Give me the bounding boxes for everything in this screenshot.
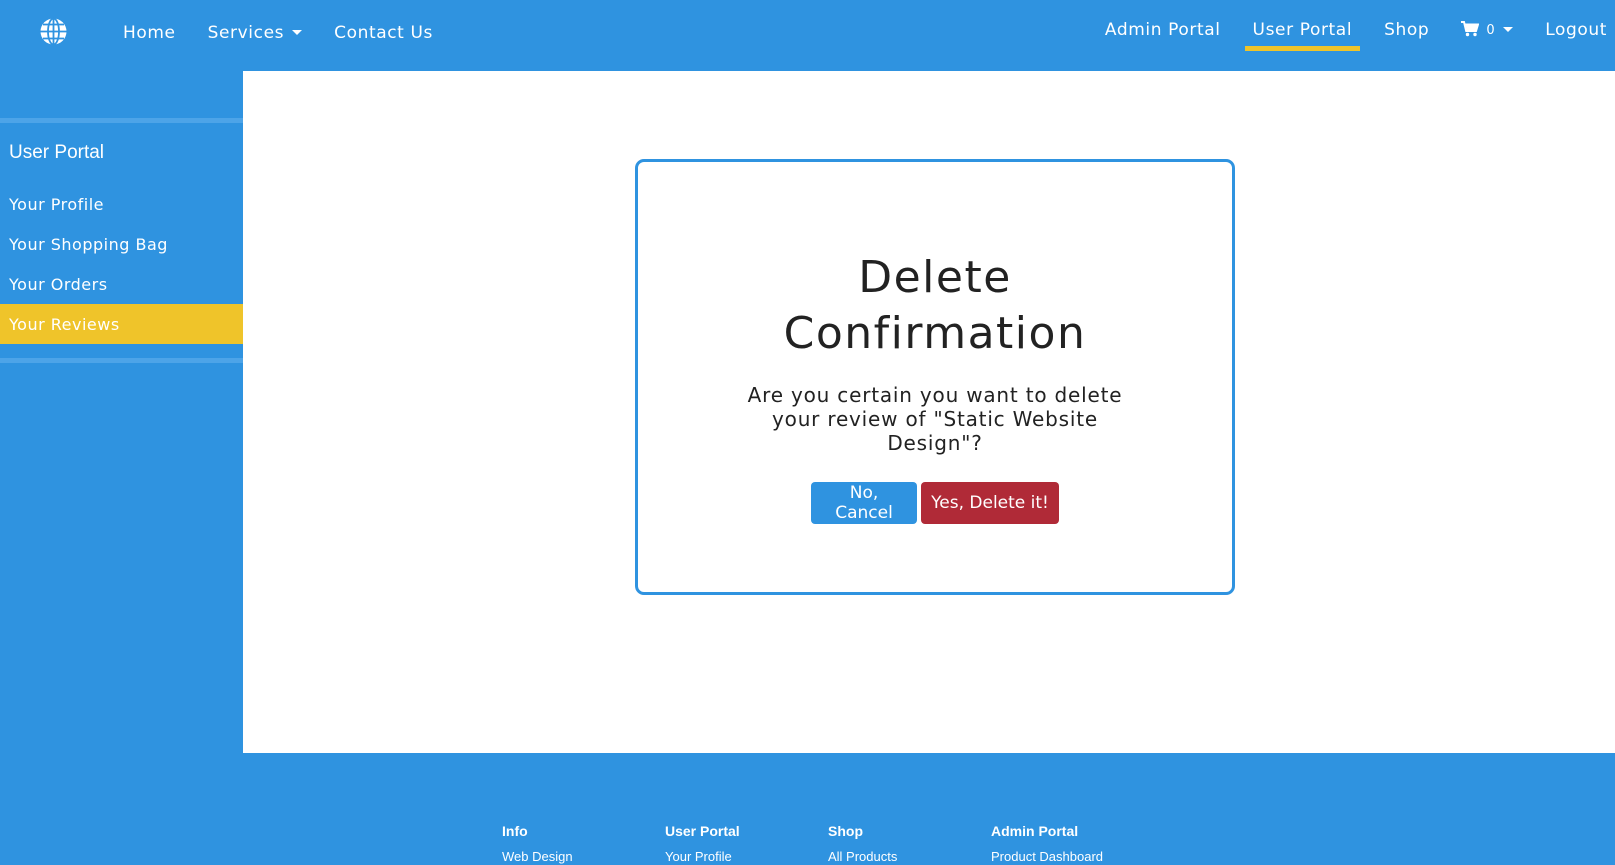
sidebar-item-label: Your Profile <box>9 194 104 214</box>
footer-column-admin-portal: Admin Portal Product Dashboard <box>991 823 1103 864</box>
nav-admin-portal-link[interactable]: Admin Portal <box>1097 20 1229 40</box>
footer: Info Web Design User Portal Your Profile… <box>243 753 1615 865</box>
globe-icon[interactable] <box>39 17 68 46</box>
nav-user-portal-link[interactable]: User Portal <box>1244 20 1361 51</box>
sidebar-item-your-profile[interactable]: Your Profile <box>0 184 243 224</box>
nav-services-dropdown[interactable]: Services <box>200 23 311 43</box>
chevron-down-icon <box>292 30 303 35</box>
cart-count: 0 <box>1486 23 1496 38</box>
footer-column-shop: Shop All Products <box>828 823 897 864</box>
footer-link-web-design[interactable]: Web Design <box>502 849 573 864</box>
footer-heading: Admin Portal <box>991 823 1079 839</box>
cancel-button[interactable]: No, Cancel <box>811 482 917 524</box>
sidebar-divider-top <box>0 118 243 123</box>
nav-logout-link[interactable]: Logout <box>1537 20 1615 40</box>
sidebar-item-your-reviews[interactable]: Your Reviews <box>0 304 243 344</box>
footer-column-user-portal: User Portal Your Profile <box>665 823 740 864</box>
footer-heading: Info <box>502 823 528 839</box>
delete-confirmation-dialog: Delete Confirmation Are you certain you … <box>635 159 1235 595</box>
confirm-delete-button[interactable]: Yes, Delete it! <box>921 482 1059 524</box>
nav-services-label: Services <box>207 23 285 43</box>
sidebar-divider-bottom <box>0 358 243 363</box>
cart-dropdown[interactable]: 0 <box>1453 20 1521 40</box>
footer-link-product-dashboard[interactable]: Product Dashboard <box>991 849 1103 864</box>
sidebar-item-label: Your Orders <box>9 274 108 294</box>
footer-heading: User Portal <box>665 823 740 839</box>
account-nav: Admin Portal User Portal Shop 0 Logout <box>1081 16 1615 51</box>
shopping-cart-icon <box>1461 21 1480 37</box>
dialog-title: Delete Confirmation <box>783 252 1087 359</box>
footer-heading: Shop <box>828 823 863 839</box>
dialog-message: Are you certain you want to delete your … <box>747 383 1123 455</box>
footer-link-your-profile[interactable]: Your Profile <box>665 849 740 864</box>
top-navbar: Home Services Contact Us Admin Portal Us… <box>0 0 1615 71</box>
footer-column-info: Info Web Design <box>502 823 573 864</box>
sidebar-item-your-orders[interactable]: Your Orders <box>0 264 243 304</box>
sidebar-title: User Portal <box>9 142 105 163</box>
sidebar-item-label: Your Shopping Bag <box>9 234 168 254</box>
chevron-down-icon <box>1503 27 1514 32</box>
footer-link-all-products[interactable]: All Products <box>828 849 897 864</box>
main-content: Delete Confirmation Are you certain you … <box>243 71 1615 753</box>
dialog-actions: No, Cancel Yes, Delete it! <box>638 482 1232 524</box>
nav-shop-link[interactable]: Shop <box>1376 20 1437 40</box>
sidebar-item-label: Your Reviews <box>9 314 120 334</box>
primary-nav: Home Services Contact Us <box>115 20 457 46</box>
sidebar: User Portal Your Profile Your Shopping B… <box>0 71 243 753</box>
sidebar-item-your-shopping-bag[interactable]: Your Shopping Bag <box>0 224 243 264</box>
nav-home-link[interactable]: Home <box>115 23 184 43</box>
nav-contact-link[interactable]: Contact Us <box>326 23 441 43</box>
